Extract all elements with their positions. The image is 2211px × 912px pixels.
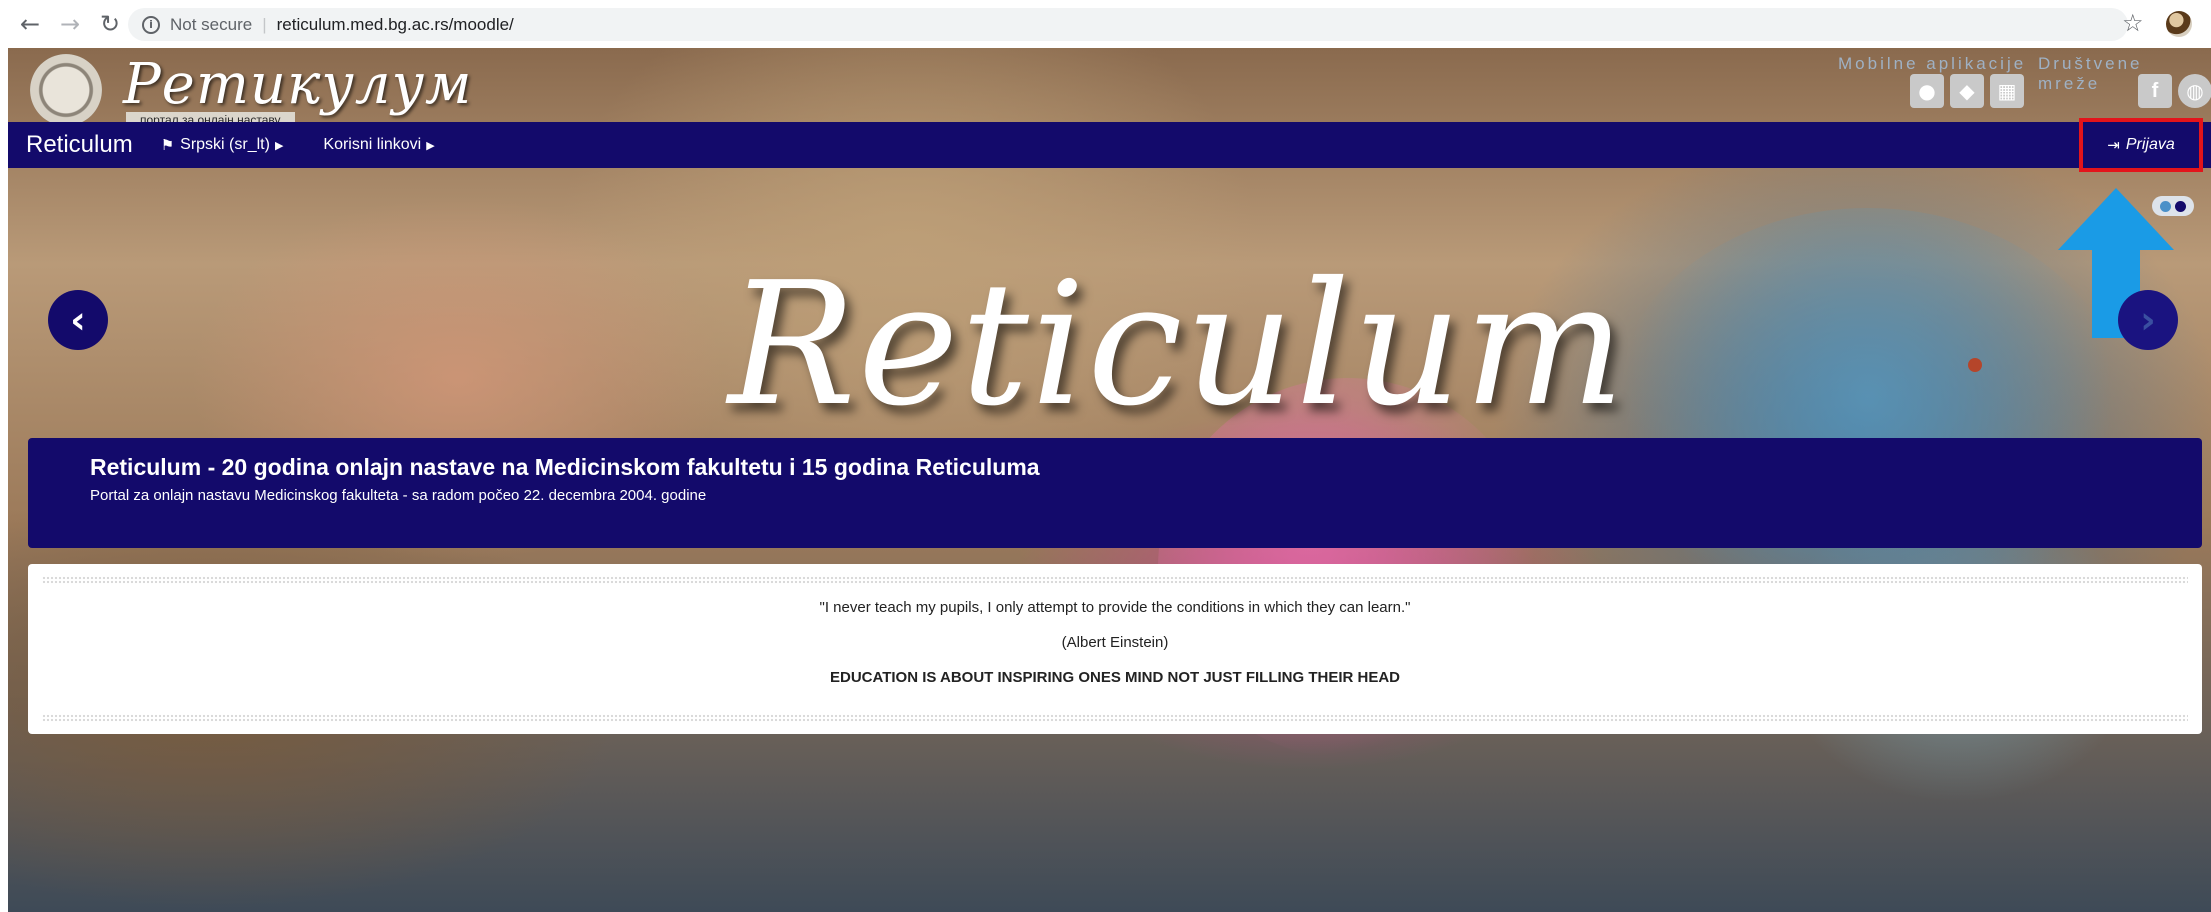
quote-author: (Albert Einstein) — [1061, 634, 1169, 651]
bookmark-star-icon[interactable]: ☆ — [2122, 9, 2144, 37]
forward-icon[interactable]: → — [56, 10, 84, 38]
login-button[interactable]: ⇥ Prijava — [2079, 118, 2203, 172]
quote-card: "I never teach my pupils, I only attempt… — [28, 564, 2202, 734]
windows-icon[interactable]: ▦ — [1990, 74, 2024, 108]
quote-motto: EDUCATION IS ABOUT INSPIRING ONES MIND N… — [829, 669, 1400, 686]
carousel-prev-button[interactable]: ‹ — [48, 290, 108, 350]
page-content: Ретикулум портал за онлајн наставу Mobil… — [8, 48, 2211, 912]
carousel-indicator[interactable] — [2175, 200, 2186, 212]
carousel-next-button[interactable]: › — [2118, 290, 2178, 350]
carousel-caption-title[interactable]: Reticulum - 20 godina onlajn nastave na … — [90, 454, 2202, 481]
language-menu[interactable]: ⚑ Srpski (sr_lt) ▶ — [161, 136, 284, 154]
security-label: Not secure — [170, 14, 253, 34]
navbar-brand[interactable]: Reticulum — [26, 131, 133, 159]
decorative-divider — [42, 714, 2188, 722]
quote-text: "I never teach my pupils, I only attempt… — [819, 599, 1411, 616]
back-icon[interactable]: ← — [16, 10, 44, 38]
login-label: Prijava — [2125, 136, 2175, 153]
carousel-caption: Reticulum - 20 godina onlajn nastave na … — [28, 438, 2202, 548]
facebook-icon[interactable]: f — [2138, 74, 2172, 108]
language-menu-label: Srpski (sr_lt) — [180, 136, 270, 153]
caret-right-icon: ▶ — [426, 138, 435, 152]
address-separator: | — [262, 14, 267, 34]
sign-in-icon: ⇥ — [2107, 136, 2120, 154]
profile-avatar[interactable] — [2166, 11, 2192, 37]
address-bar[interactable]: i Not secure | reticulum.med.bg.ac.rs/mo… — [128, 8, 2128, 41]
useful-links-label: Korisni linkovi — [323, 136, 422, 153]
decorative-divider — [42, 576, 2188, 584]
reload-icon[interactable]: ↻ — [96, 10, 124, 38]
info-icon[interactable]: i — [142, 15, 160, 34]
carousel-caption-subtitle: Portal za onlajn nastavu Medicinskog fak… — [90, 487, 707, 504]
flag-icon: ⚑ — [160, 136, 175, 154]
android-icon[interactable]: ◆ — [1950, 74, 1984, 108]
caret-right-icon: ▶ — [274, 138, 284, 152]
useful-links-menu[interactable]: Korisni linkovi ▶ — [323, 136, 434, 154]
url-text[interactable]: reticulum.med.bg.ac.rs/moodle/ — [277, 15, 514, 35]
site-logo-wordmark[interactable]: Ретикулум — [123, 52, 472, 117]
globe-icon[interactable]: ◍ — [2178, 74, 2211, 108]
hero-background-dot — [1968, 358, 1982, 372]
apple-icon[interactable]: ● — [1910, 74, 1944, 108]
hero-title: Reticulum — [728, 246, 1628, 444]
main-navbar: Reticulum ⚑ Srpski (sr_lt) ▶ Korisni lin… — [8, 122, 2211, 168]
mobile-apps-label: Mobilne aplikacije — [1838, 54, 2027, 73]
university-seal-logo[interactable] — [30, 54, 102, 126]
